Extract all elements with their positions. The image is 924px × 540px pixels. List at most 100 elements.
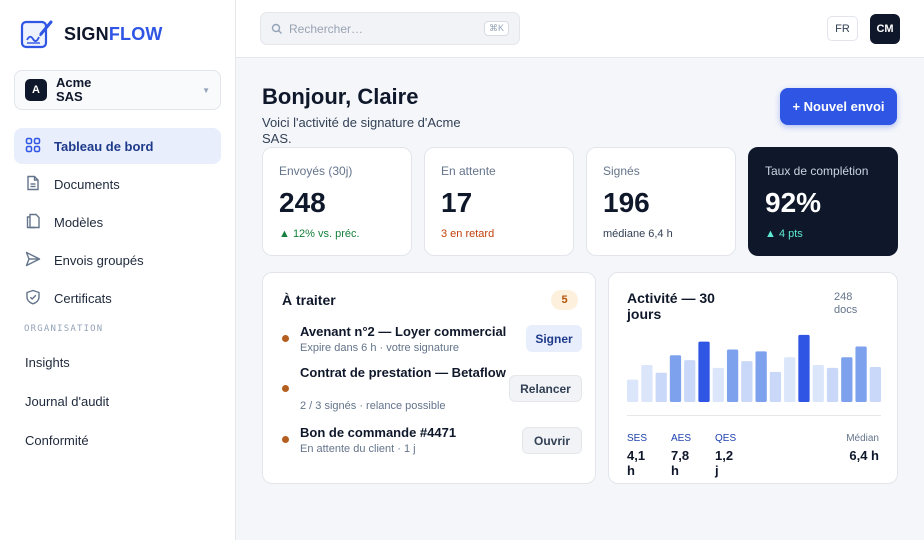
kpi-card-pending[interactable]: En attente 17 3 en retard (424, 147, 574, 256)
activity-bar (755, 351, 767, 402)
stat-label: QES (715, 433, 737, 444)
nav-item-documents[interactable]: Documents (14, 166, 221, 202)
main-nav: Tableau de bord Documents Modèles Envois… (14, 128, 221, 318)
sidebar: SIGNFLOW A Acme SAS ▼ Tableau de bord Do… (0, 0, 236, 540)
task-row[interactable]: Avenant n°2 — Loyer commercial Expire da… (282, 324, 582, 364)
logo-icon (20, 20, 53, 49)
stat-aes: AES 7,8 h (671, 433, 695, 478)
activity-bar (812, 365, 824, 402)
stat-qes: QES 1,2 j (715, 433, 739, 478)
activity-bar (655, 372, 667, 402)
activity-bar (726, 349, 739, 402)
activity-bar-chart (627, 334, 881, 402)
kpi-late-count: 3 en retard (441, 228, 495, 240)
activity-panel: Activité — 30 jours 248 docs SES 4,1 h A… (608, 272, 898, 484)
nav-item-label: Documents (54, 176, 120, 192)
nav-item-certificates[interactable]: Certificats (14, 280, 221, 316)
activity-bar (712, 367, 724, 402)
nav-item-bulk-send[interactable]: Envois groupés (14, 242, 221, 278)
search-shortcut: ⌘K (483, 21, 509, 36)
nav-item-insights[interactable]: Insights (14, 344, 221, 381)
task-name: Avenant n°2 — Loyer commercial (300, 324, 507, 339)
user-avatar[interactable]: CM (870, 14, 900, 44)
stat-value: 7,8 h (671, 448, 690, 478)
stat-value: 4,1 h (627, 448, 646, 478)
workspace-switcher[interactable]: A Acme SAS ▼ (14, 70, 221, 110)
kpi-label: En attente (441, 164, 496, 178)
activity-bar (869, 366, 881, 402)
activity-bar (769, 371, 782, 402)
nav-item-label: Modèles (54, 214, 104, 230)
nav-item-label: Journal d'audit (25, 394, 110, 409)
stat-median: Médian 6,4 h (846, 433, 879, 463)
task-meta: 2 / 3 signés · relance possible (300, 400, 446, 412)
kpi-label: Envoyés (30j) (279, 164, 353, 178)
activity-bar (784, 357, 796, 402)
page-title: Bonjour, Claire (262, 84, 419, 109)
nav-item-label: Conformité (25, 433, 89, 448)
page-subtitle: Voici l'activité de signature d'Acme SAS… (262, 115, 461, 146)
search-icon (271, 23, 282, 34)
task-row[interactable]: Bon de commande #4471 En attente du clie… (282, 425, 582, 465)
kpi-value: 248 (279, 187, 326, 218)
new-envelope-button[interactable]: + Nouvel envoi (780, 88, 897, 125)
kpi-trend: ▲ 4 pts (765, 228, 803, 240)
activity-title: Activité — 30 jours (627, 290, 715, 322)
task-meta: Expire dans 6 h · votre signature (300, 342, 459, 354)
nav-item-templates[interactable]: Modèles (14, 204, 221, 240)
chevron-down-icon: ▼ (202, 85, 210, 95)
nav-item-compliance[interactable]: Conformité (14, 422, 221, 459)
kpi-value: 17 (441, 187, 473, 218)
activity-bar (627, 379, 639, 402)
dashboard-grid-icon (25, 137, 43, 155)
stat-label: AES (671, 433, 692, 444)
remind-button[interactable]: Relancer (509, 375, 582, 402)
brand[interactable]: SIGNFLOW (20, 18, 163, 50)
activity-bar (641, 365, 653, 402)
task-name: Bon de commande #4471 (300, 425, 457, 440)
todo-title: À traiter (282, 292, 336, 308)
task-row[interactable]: Contrat de prestation — Betaflow 2 / 3 s… (282, 365, 582, 415)
kpi-card-sent[interactable]: Envoyés (30j) 248 ▲ 12% vs. préc. (262, 147, 412, 256)
nav-item-label: Certificats (54, 290, 112, 306)
todo-panel: À traiter 5 Avenant n°2 — Loyer commerci… (262, 272, 596, 484)
language-switcher[interactable]: FR (827, 16, 858, 41)
activity-bar (826, 367, 839, 402)
divider (627, 415, 881, 416)
todo-count-badge: 5 (551, 290, 578, 310)
kpi-value: 92% (765, 187, 822, 218)
workspace-avatar: A (25, 79, 47, 101)
search-box[interactable]: ⌘K (260, 12, 520, 45)
brand-name: SIGNFLOW (64, 24, 163, 45)
activity-bar (855, 346, 867, 402)
nav-item-label: Envois groupés (54, 252, 144, 268)
topbar: ⌘K FR CM (236, 0, 924, 58)
kpi-trend: ▲ 12% vs. préc. (279, 228, 360, 240)
activity-bar (741, 361, 753, 402)
nav-section-title: ORGANISATION (24, 324, 104, 334)
nav-item-dashboard[interactable]: Tableau de bord (14, 128, 221, 164)
stat-label: Médian (846, 433, 879, 444)
sign-button[interactable]: Signer (526, 325, 582, 352)
nav-item-label: Insights (25, 355, 70, 370)
kpi-card-signed[interactable]: Signés 196 médiane 6,4 h (586, 147, 736, 256)
activity-bar (698, 341, 710, 402)
template-icon (25, 213, 43, 231)
kpi-label: Taux de complétion (765, 164, 869, 178)
kpi-label: Signés (603, 164, 640, 178)
status-dot (282, 436, 289, 443)
kpi-median: médiane 6,4 h (603, 228, 673, 240)
shield-check-icon (25, 289, 43, 307)
send-icon (25, 251, 43, 269)
activity-bar (684, 360, 696, 402)
status-dot (282, 335, 289, 342)
kpi-card-completion[interactable]: Taux de complétion 92% ▲ 4 pts (748, 147, 898, 256)
task-name: Contrat de prestation — Betaflow (300, 365, 506, 380)
open-button[interactable]: Ouvrir (522, 427, 582, 454)
stat-label: SES (627, 433, 648, 444)
nav-item-label: Tableau de bord (54, 138, 154, 154)
search-input[interactable] (289, 21, 469, 36)
nav-item-audit-log[interactable]: Journal d'audit (14, 383, 221, 420)
stat-value: 1,2 j (715, 448, 734, 478)
brand-name-part1: SIGN (64, 23, 109, 44)
